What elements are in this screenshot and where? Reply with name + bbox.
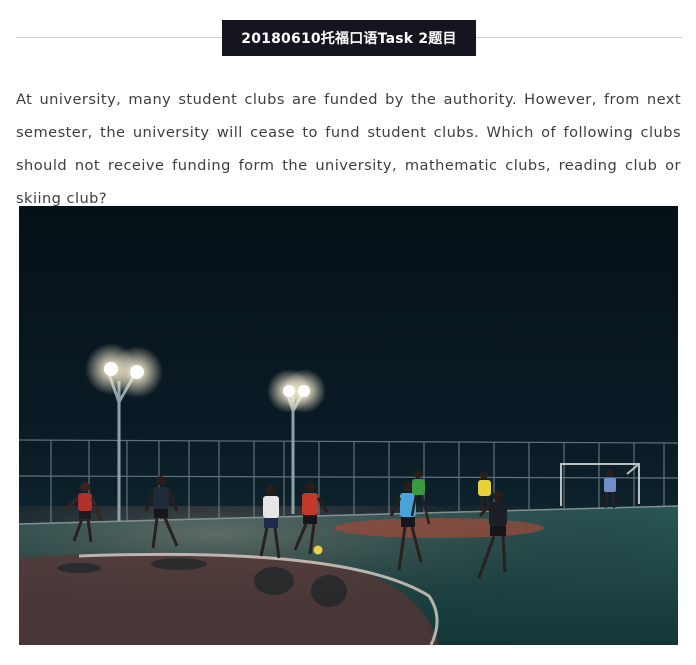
floodlight-1: [104, 362, 118, 376]
night-football-photo: [19, 206, 678, 645]
title-banner: 20180610托福口语Task 2题目: [16, 20, 682, 56]
floodlight-2: [130, 365, 144, 379]
question-paragraph: At university, many student clubs are fu…: [16, 91, 681, 207]
court-red-area-right: [334, 518, 544, 538]
floodlight-4: [298, 385, 310, 397]
article-title: 20180610托福口语Task 2题目: [222, 20, 476, 56]
floodlight-3: [283, 385, 295, 397]
football: [313, 545, 323, 555]
